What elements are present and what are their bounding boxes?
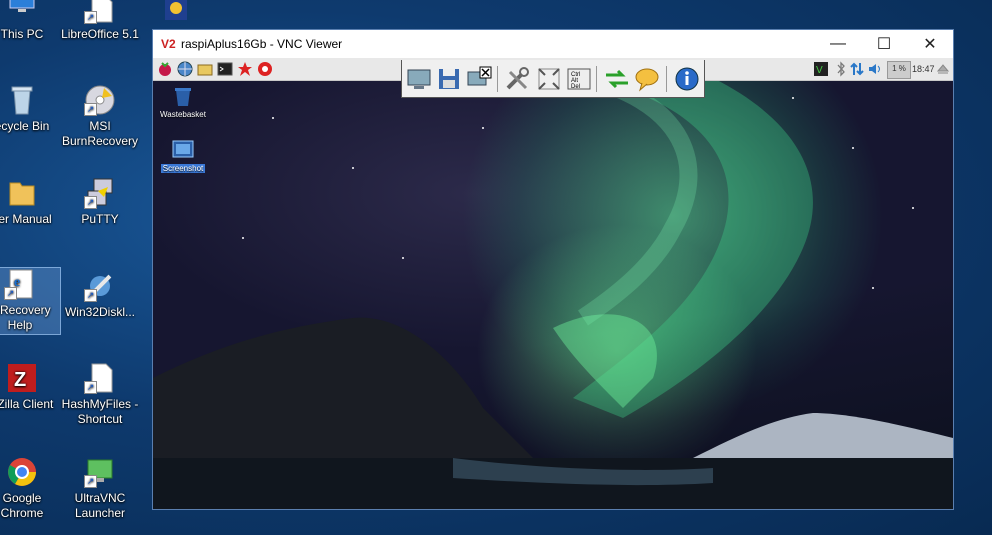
window-titlebar[interactable]: V2 raspiAplus16Gb - VNC Viewer — ☐ ✕ <box>153 30 953 58</box>
desktop-icon-label: Screenshot <box>160 164 206 173</box>
disk-imager-icon: ↗ <box>84 270 116 302</box>
desktop-icon-label: Wastebasket <box>160 110 206 119</box>
minimize-button[interactable]: — <box>815 30 861 58</box>
desktop-icon-hashmyfiles[interactable]: ↗ HashMyFiles - Shortcut <box>60 362 140 427</box>
file-transfer-icon[interactable] <box>604 66 630 92</box>
rpi-icon-wastebasket[interactable]: Wastebasket <box>158 86 208 119</box>
chat-icon[interactable] <box>634 66 660 92</box>
desktop-icon-label: eZilla Client <box>0 397 54 411</box>
desktop-icon-filezilla[interactable]: Z eZilla Client <box>0 362 62 412</box>
aurora-wallpaper <box>153 69 953 509</box>
wolfram-icon[interactable] <box>257 61 273 77</box>
remote-desktop[interactable]: V 1 % 18:47 Wastebasket Screenshot Ctrl A… <box>153 58 953 509</box>
desktop-icon-win32diskimager[interactable]: ↗ Win32Diskl... <box>60 270 140 320</box>
desktop-icon-google-chrome[interactable]: Google Chrome <box>0 456 62 521</box>
shortcut-arrow-icon: ↗ <box>4 287 17 300</box>
clock: 18:47 <box>912 64 935 74</box>
html-document-icon: e ↗ <box>4 268 36 300</box>
wastebasket-icon <box>175 88 191 106</box>
filezilla-icon: Z <box>6 362 38 394</box>
eject-icon[interactable] <box>935 61 951 77</box>
vnc-logo-icon: V2 <box>161 37 176 51</box>
toolbar-divider <box>596 66 597 92</box>
close-connection-icon[interactable] <box>466 66 492 92</box>
ctrl-alt-del-icon[interactable]: CtrlAltDel <box>566 66 592 92</box>
desktop-icon-label: PuTTY <box>81 212 119 226</box>
desktop-icon-recycle-bin[interactable]: ecycle Bin <box>0 84 62 134</box>
vnc-toolbar: Ctrl Alt Del <box>401 60 705 98</box>
document-icon: ↗ <box>84 362 116 394</box>
close-button[interactable]: ✕ <box>907 30 953 58</box>
app-icon <box>165 0 187 20</box>
shortcut-arrow-icon: ↗ <box>84 289 97 302</box>
save-icon[interactable] <box>436 66 462 92</box>
desktop-icon-label: rnRecovery Help <box>0 303 51 332</box>
disc-icon: ↗ <box>84 84 116 116</box>
desktop-icon-msi-burnrecovery[interactable]: ↗ MSI BurnRecovery <box>60 84 140 149</box>
shortcut-arrow-icon: ↗ <box>84 103 97 116</box>
desktop-icon-libreoffice[interactable]: ↗ LibreOffice 5.1 <box>60 0 140 42</box>
file-manager-icon[interactable] <box>197 61 213 77</box>
desktop-icon-this-pc[interactable]: This PC <box>0 0 62 42</box>
putty-icon: ↗ <box>84 177 116 209</box>
web-browser-icon[interactable] <box>177 61 193 77</box>
settings-tools-icon[interactable] <box>504 66 530 92</box>
info-icon[interactable] <box>674 66 700 92</box>
terminal-icon[interactable] <box>217 61 233 77</box>
fullscreen-icon[interactable] <box>536 66 562 92</box>
svg-text:Del: Del <box>571 84 580 90</box>
bluetooth-icon[interactable] <box>833 61 849 77</box>
shortcut-arrow-icon: ↗ <box>84 475 97 488</box>
svg-text:V: V <box>816 65 823 76</box>
maximize-button[interactable]: ☐ <box>861 30 907 58</box>
rpi-icon-screenshot[interactable]: Screenshot <box>158 138 208 173</box>
desktop-icon-label: MSI BurnRecovery <box>61 119 139 148</box>
folder-icon <box>6 177 38 209</box>
recycle-bin-icon <box>6 84 38 116</box>
ultravnc-icon: ↗ <box>84 456 116 488</box>
shortcut-arrow-icon: ↗ <box>84 196 97 209</box>
desktop-icon-burnrecovery-help[interactable]: e ↗ rnRecovery Help <box>0 267 61 335</box>
desktop-icon-partial[interactable] <box>160 0 190 22</box>
desktop-icon-label: ser Manual <box>0 212 52 226</box>
toolbar-divider <box>497 66 498 92</box>
send-ctrl-esc-icon[interactable] <box>406 66 432 92</box>
desktop-icon-label: Win32Diskl... <box>64 305 135 319</box>
vnc-server-tray-icon[interactable]: V <box>813 61 829 77</box>
volume-icon[interactable] <box>867 61 883 77</box>
desktop-icon-label: ecycle Bin <box>0 119 50 133</box>
shortcut-arrow-icon: ↗ <box>84 381 97 394</box>
desktop-icon-label: LibreOffice 5.1 <box>61 27 139 41</box>
desktop-icon-label: UltraVNC Launcher <box>74 491 126 520</box>
mathematica-icon[interactable] <box>237 61 253 77</box>
desktop-icon-user-manual[interactable]: ser Manual <box>0 177 62 227</box>
shortcut-arrow-icon: ↗ <box>84 11 97 24</box>
cpu-monitor: 1 % <box>887 61 911 79</box>
vnc-viewer-window[interactable]: V2 raspiAplus16Gb - VNC Viewer — ☐ ✕ V 1… <box>152 29 954 510</box>
desktop-icon-label: HashMyFiles - Shortcut <box>61 397 139 426</box>
window-title: raspiAplus16Gb - VNC Viewer <box>181 37 343 51</box>
desktop-icon-label: Google Chrome <box>0 491 44 520</box>
network-icon[interactable] <box>849 61 865 77</box>
raspberry-menu-icon[interactable] <box>157 61 173 77</box>
this-pc-icon <box>6 0 38 24</box>
libreoffice-icon: ↗ <box>84 0 116 24</box>
desktop-icon-putty[interactable]: ↗ PuTTY <box>60 177 140 227</box>
desktop-icon-ultravnc-launcher[interactable]: ↗ UltraVNC Launcher <box>60 456 140 521</box>
desktop-icon-label: This PC <box>0 27 44 41</box>
screenshot-icon <box>172 140 194 158</box>
chrome-icon <box>6 456 38 488</box>
svg-text:Z: Z <box>14 369 26 391</box>
toolbar-divider <box>666 66 667 92</box>
